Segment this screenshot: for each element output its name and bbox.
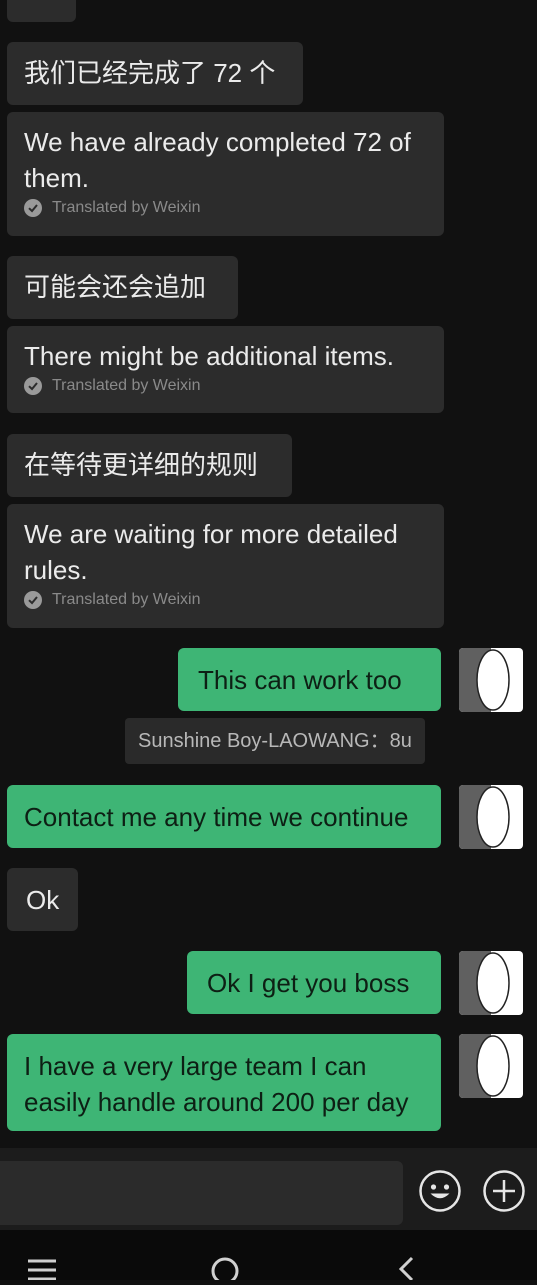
incoming-message[interactable]: 可能会还会追加	[7, 256, 238, 319]
outgoing-message[interactable]: Ok I get you boss	[187, 951, 441, 1014]
translated-by-label: Translated by Weixin	[24, 198, 428, 218]
system-notice: Sunshine Boy-LAOWANG：8u	[125, 718, 425, 764]
message-text: This can work too	[198, 665, 402, 695]
translated-by-label: Translated by Weixin	[24, 590, 428, 610]
system-notice-text: Sunshine Boy-LAOWANG：8u	[138, 730, 412, 752]
incoming-message[interactable]: 我们已经完成了 72 个	[7, 42, 303, 105]
menu-icon[interactable]	[28, 1256, 56, 1285]
chat-area[interactable]: 我们已经完成了 72 个 We have already completed 7…	[0, 0, 537, 1148]
avatar[interactable]	[459, 1034, 523, 1098]
incoming-message[interactable]: Ok	[7, 868, 78, 931]
incoming-message[interactable]: 在等待更详细的规则	[7, 434, 292, 497]
message-input[interactable]	[0, 1161, 403, 1225]
navigation-bar	[0, 1230, 537, 1285]
translated-by-text: Translated by Weixin	[52, 591, 201, 608]
previous-message-edge	[7, 0, 76, 22]
avatar[interactable]	[459, 785, 523, 849]
check-icon	[24, 377, 42, 395]
message-text: 可能会还会追加	[24, 272, 207, 302]
input-bar	[0, 1148, 537, 1230]
translation-text: We are waiting for more detailed rules.	[24, 519, 398, 585]
plus-circle-icon[interactable]	[482, 1169, 526, 1213]
avatar[interactable]	[459, 951, 523, 1015]
avatar[interactable]	[459, 648, 523, 712]
translated-by-label: Translated by Weixin	[24, 376, 428, 396]
outgoing-message[interactable]: I have a very large team I can easily ha…	[7, 1034, 441, 1131]
translation-bubble[interactable]: We have already completed 72 of them. Tr…	[7, 112, 444, 236]
smiley-face-icon[interactable]	[418, 1169, 462, 1213]
message-text: Contact me any time we continue	[24, 802, 409, 832]
message-text: Ok	[26, 885, 60, 915]
translated-by-text: Translated by Weixin	[52, 199, 201, 216]
outgoing-message[interactable]: Contact me any time we continue	[7, 785, 441, 848]
message-text: I have a very large team I can easily ha…	[24, 1051, 409, 1117]
message-text: 我们已经完成了 72 个	[24, 58, 276, 88]
check-icon	[24, 591, 42, 609]
home-circle-icon[interactable]	[210, 1256, 240, 1285]
translation-bubble[interactable]: There might be additional items. Transla…	[7, 326, 444, 413]
back-chevron-icon[interactable]	[396, 1256, 416, 1285]
translation-text: There might be additional items.	[24, 341, 394, 371]
check-icon	[24, 199, 42, 217]
message-text: Ok I get you boss	[207, 968, 410, 998]
translation-bubble[interactable]: We are waiting for more detailed rules. …	[7, 504, 444, 628]
translation-text: We have already completed 72 of them.	[24, 127, 411, 193]
translated-by-text: Translated by Weixin	[52, 377, 201, 394]
outgoing-message[interactable]: This can work too	[178, 648, 441, 711]
message-text: 在等待更详细的规则	[24, 450, 259, 480]
